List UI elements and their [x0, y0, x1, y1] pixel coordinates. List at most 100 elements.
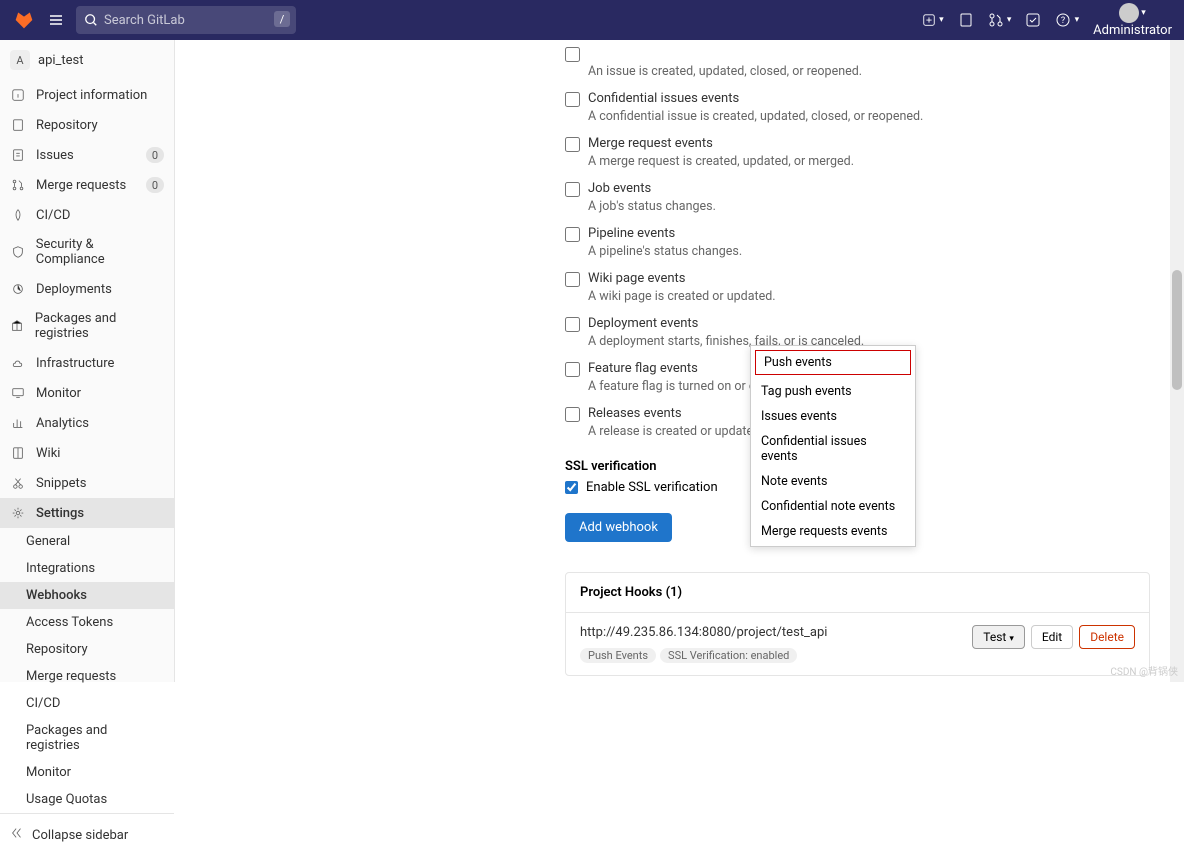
sidebar-item-merge-requests[interactable]: Merge requests 0 [0, 170, 174, 200]
hook-url[interactable]: http://49.235.86.134:8080/project/test_a… [580, 625, 827, 640]
trigger-title: Pipeline events [588, 226, 675, 241]
trigger-desc: A pipeline's status changes. [588, 244, 1150, 259]
dropdown-item[interactable]: Confidential issues events [751, 429, 915, 469]
dropdown-item[interactable]: Job events [751, 544, 915, 546]
ssl-label: Enable SSL verification [586, 480, 718, 495]
trigger-label[interactable] [565, 46, 1150, 62]
project-hooks-panel: Project Hooks (1) http://49.235.86.134:8… [565, 572, 1150, 676]
sidebar-item-security-compliance[interactable]: Security & Compliance [0, 230, 174, 274]
settings-sub-integrations[interactable]: Integrations [0, 555, 174, 582]
hamburger-icon[interactable] [44, 8, 68, 32]
todos-icon[interactable] [1025, 12, 1041, 28]
count-badge: 0 [146, 177, 164, 193]
dropdown-item[interactable]: Tag push events [751, 379, 915, 404]
delete-button[interactable]: Delete [1079, 625, 1135, 649]
trigger-checkbox[interactable] [565, 227, 580, 242]
trigger-label[interactable]: Merge request events [565, 136, 1150, 152]
sidebar-item-settings[interactable]: Settings [0, 498, 174, 528]
trigger-label[interactable]: Job events [565, 181, 1150, 197]
sidebar-item-snippets[interactable]: Snippets [0, 468, 174, 498]
sidebar-item-packages-and-registries[interactable]: Packages and registries [0, 304, 174, 348]
sidebar-item-label: Issues [36, 148, 74, 163]
trigger-checkbox[interactable] [565, 272, 580, 287]
avatar [1119, 3, 1139, 23]
analytics-icon [10, 415, 26, 431]
trigger-checkbox[interactable] [565, 407, 580, 422]
snippets-icon [10, 475, 26, 491]
project-header[interactable]: A api_test [0, 40, 174, 80]
trigger-label[interactable]: Pipeline events [565, 226, 1150, 242]
collapse-label: Collapse sidebar [32, 828, 128, 843]
scroll-thumb[interactable] [1172, 270, 1182, 390]
test-button[interactable]: Test ▾ [972, 625, 1025, 649]
dropdown-item[interactable]: Confidential note events [751, 494, 915, 519]
sidebar-item-issues[interactable]: Issues0 [0, 140, 174, 170]
hook-row: http://49.235.86.134:8080/project/test_a… [566, 613, 1149, 675]
dropdown-item[interactable]: Push events [755, 350, 911, 375]
settings-sub-ci-cd[interactable]: CI/CD [0, 690, 174, 717]
settings-sub-webhooks[interactable]: Webhooks [0, 582, 174, 609]
trigger-checkbox[interactable] [565, 362, 580, 377]
search-input[interactable] [76, 6, 296, 34]
gitlab-logo-icon[interactable] [12, 8, 36, 32]
user-label: Administrator [1093, 23, 1172, 38]
user-menu[interactable]: ▾ Administrator [1093, 3, 1172, 38]
sidebar-item-deployments[interactable]: Deployments [0, 274, 174, 304]
sidebar-item-label: Packages and registries [35, 311, 164, 341]
trigger-label[interactable]: Wiki page events [565, 271, 1150, 287]
sidebar-item-label: Project information [36, 88, 147, 103]
trigger-desc: A wiki page is created or updated. [588, 289, 1150, 304]
merge-icon [10, 177, 26, 193]
trigger-row: An issue is created, updated, closed, or… [565, 46, 1150, 79]
sidebar-item-analytics[interactable]: Analytics [0, 408, 174, 438]
dropdown-item[interactable]: Issues events [751, 404, 915, 429]
sidebar-item-monitor[interactable]: Monitor [0, 378, 174, 408]
trigger-checkbox[interactable] [565, 317, 580, 332]
trigger-checkbox[interactable] [565, 137, 580, 152]
settings-sub-merge-requests[interactable]: Merge requests [0, 663, 174, 690]
issues-icon[interactable] [958, 12, 974, 28]
sidebar-item-label: Repository [36, 118, 98, 133]
main-content: An issue is created, updated, closed, or… [175, 40, 1170, 682]
settings-sub-usage-quotas[interactable]: Usage Quotas [0, 786, 174, 813]
dropdown-item[interactable]: Merge requests events [751, 519, 915, 544]
trigger-row: Job events A job's status changes. [565, 181, 1150, 214]
page-scrollbar[interactable] [1170, 40, 1184, 682]
sidebar-item-project-information[interactable]: Project information [0, 80, 174, 110]
settings-sub-general[interactable]: General [0, 528, 174, 555]
settings-sub-packages-and-registries[interactable]: Packages and registries [0, 717, 174, 759]
create-dropdown[interactable]: ▾ [922, 13, 944, 28]
collapse-sidebar[interactable]: Collapse sidebar [0, 813, 174, 856]
sidebar-item-repository[interactable]: Repository [0, 110, 174, 140]
help-icon[interactable]: ? ▾ [1055, 12, 1079, 28]
settings-sub-access-tokens[interactable]: Access Tokens [0, 609, 174, 636]
hook-info: http://49.235.86.134:8080/project/test_a… [580, 625, 827, 663]
edit-button[interactable]: Edit [1031, 625, 1073, 649]
settings-sub-monitor[interactable]: Monitor [0, 759, 174, 786]
trigger-row: Pipeline events A pipeline's status chang… [565, 226, 1150, 259]
sidebar-item-label: Analytics [36, 416, 89, 431]
hook-tags: Push EventsSSL Verification: enabled [580, 644, 827, 663]
settings-sub-repository[interactable]: Repository [0, 636, 174, 663]
hook-tag: SSL Verification: enabled [660, 648, 797, 663]
rocket-icon [10, 207, 26, 223]
trigger-checkbox[interactable] [565, 182, 580, 197]
merge-requests-icon[interactable]: ▾ [988, 12, 1012, 28]
trigger-label[interactable]: Deployment events [565, 316, 1150, 332]
trigger-title: Releases events [588, 406, 682, 421]
sidebar-item-wiki[interactable]: Wiki [0, 438, 174, 468]
trigger-label[interactable]: Confidential issues events [565, 91, 1150, 107]
add-webhook-button[interactable]: Add webhook [565, 513, 672, 542]
trigger-checkbox[interactable] [565, 47, 580, 62]
trigger-checkbox[interactable] [565, 92, 580, 107]
trigger-title: Confidential issues events [588, 91, 739, 106]
sidebar-item-infrastructure[interactable]: Infrastructure [0, 348, 174, 378]
ssl-checkbox[interactable] [565, 481, 578, 494]
sidebar-item-ci-cd[interactable]: CI/CD [0, 200, 174, 230]
trigger-title: Merge request events [588, 136, 713, 151]
sidebar-item-label: Security & Compliance [36, 237, 164, 267]
dropdown-item[interactable]: Note events [751, 469, 915, 494]
sidebar-item-label: Merge requests [36, 178, 126, 193]
trigger-row: Confidential issues eventsA confidential… [565, 91, 1150, 124]
trigger-desc: A job's status changes. [588, 199, 1150, 214]
